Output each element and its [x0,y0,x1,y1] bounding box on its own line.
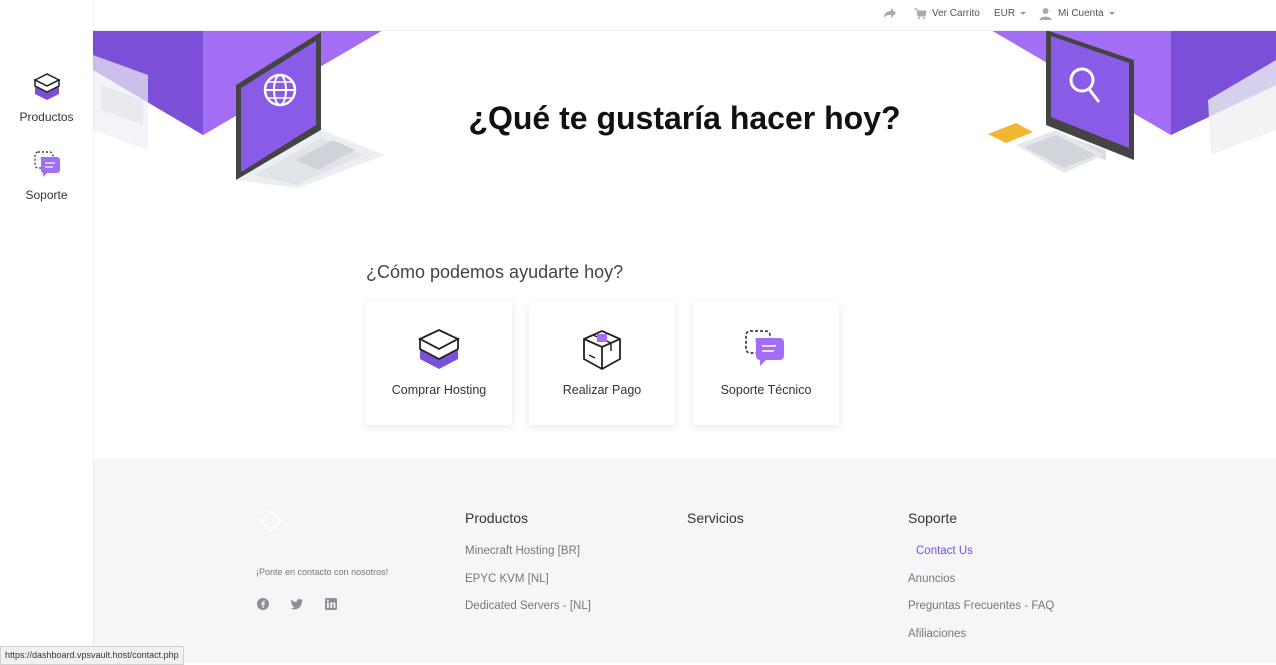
sidebar: Productos Soporte [0,0,93,663]
help-title: ¿Cómo podemos ayudarte hoy? [366,262,624,282]
sidebar-item-label: Soporte [25,188,68,202]
card-label: Soporte Técnico [720,383,812,397]
hero-banner: ¿Qué te gustaría hacer hoy? [93,30,1276,230]
card-label: Comprar Hosting [391,383,487,397]
cart-icon [914,8,927,20]
footer-link-afiliaciones[interactable]: Afiliaciones [908,628,966,640]
footer-col-title-soporte: Soporte [908,510,958,526]
footer-link-dedicated-servers[interactable]: Dedicated Servers - [NL] [465,600,591,612]
chat-bubbles-icon [33,151,60,177]
share-button[interactable] [883,0,897,30]
facebook-icon[interactable] [256,597,270,611]
twitter-icon[interactable] [290,597,304,611]
footer-logo-icon [259,509,283,533]
currency-label: EUR [994,8,1016,19]
linkedin-icon[interactable] [324,597,338,611]
view-cart-link[interactable]: Ver Carrito [913,0,980,30]
browser-status-url: https://dashboard.vpsvault.host/contact.… [0,646,184,665]
footer [93,459,1276,663]
account-menu[interactable]: Mi Cuenta [1039,0,1115,30]
chevron-down-icon [1108,11,1115,15]
page-title: ¿Qué te gustaría hacer hoy? [468,100,901,136]
make-payment-card[interactable]: Realizar Pago [529,301,675,425]
footer-link-anuncios[interactable]: Anuncios [908,573,955,585]
contact-text: ¡Ponte en contacto con nosotros! [256,567,389,577]
footer-link-minecraft-hosting[interactable]: Minecraft Hosting [BR] [465,545,580,557]
chevron-down-icon [1020,11,1027,15]
account-label: Mi Cuenta [1058,8,1104,19]
sidebar-item-productos[interactable]: Productos [0,72,93,124]
footer-link-faq[interactable]: Preguntas Frecuentes - FAQ [908,600,1054,612]
sidebar-item-soporte[interactable]: Soporte [0,150,93,202]
buy-hosting-card[interactable]: Comprar Hosting [366,301,512,425]
sidebar-item-label: Productos [19,110,74,124]
support-chat-icon [745,330,784,366]
footer-link-epyc-kvm[interactable]: EPYC KVM [NL] [465,573,549,585]
box-icon [32,73,61,100]
card-label: Realizar Pago [562,383,642,397]
share-arrow-icon [884,8,896,19]
tech-support-card[interactable]: Soporte Técnico [693,301,839,425]
payment-box-icon [583,330,621,371]
footer-link-contact-us[interactable]: Contact Us [916,545,973,557]
top-bar: Ver Carrito EUR Mi Cuenta [93,0,1276,31]
footer-col-title-productos: Productos [465,510,529,526]
user-icon [1039,7,1052,20]
footer-col-title-servicios: Servicios [687,510,744,526]
server-box-icon [417,329,461,369]
view-cart-label: Ver Carrito [932,8,980,19]
currency-selector[interactable]: EUR [994,0,1027,30]
